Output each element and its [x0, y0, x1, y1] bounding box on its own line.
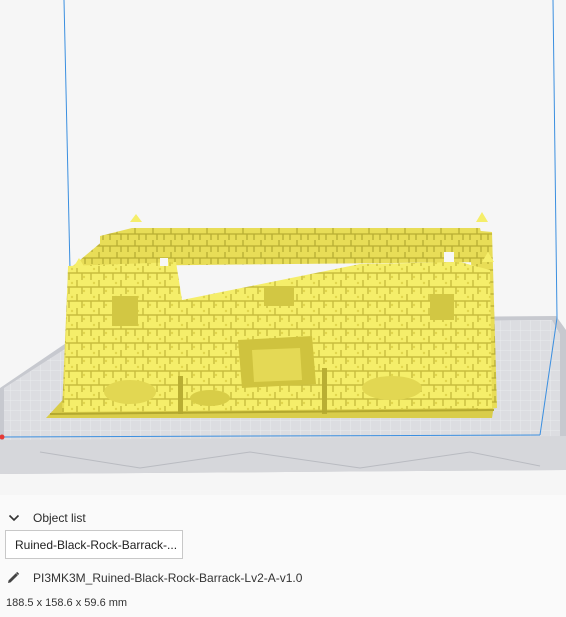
object-panel: Object list Ruined-Black-Rock-Barrack-..…: [0, 495, 566, 617]
object-list-item[interactable]: Ruined-Black-Rock-Barrack-...: [5, 530, 183, 559]
model-ruined-barrack[interactable]: [46, 212, 497, 418]
3d-viewport[interactable]: [0, 0, 566, 495]
file-name-row: PI3MK3M_Ruined-Black-Rock-Barrack-Lv2-A-…: [6, 571, 302, 585]
build-volume-edge: [552, 0, 558, 319]
object-dimensions: 188.5 x 158.6 x 59.6 mm: [6, 597, 128, 609]
chevron-down-icon[interactable]: [8, 513, 20, 523]
file-name: PI3MK3M_Ruined-Black-Rock-Barrack-Lv2-A-…: [33, 571, 303, 585]
build-scene[interactable]: [0, 0, 566, 495]
object-list-toggle[interactable]: Object list: [8, 511, 86, 525]
object-list-label: Object list: [33, 511, 86, 525]
build-plate-front-edge: [0, 436, 566, 474]
pencil-icon[interactable]: [6, 571, 20, 585]
build-volume-edge: [63, 0, 71, 271]
object-list-item-label: Ruined-Black-Rock-Barrack-...: [15, 537, 178, 552]
